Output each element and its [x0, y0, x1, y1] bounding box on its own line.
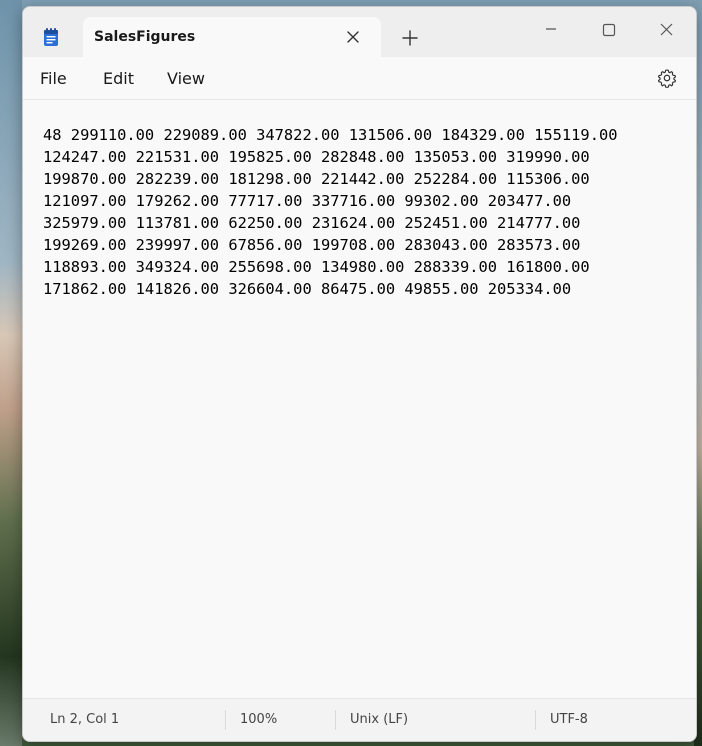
maximize-icon[interactable]	[586, 13, 632, 45]
close-icon[interactable]	[345, 29, 361, 45]
status-bar: Ln 2, Col 1 100% Unix (LF) UTF-8	[23, 698, 696, 741]
minimize-icon[interactable]	[528, 13, 574, 45]
text-line: 118893.00 349324.00 255698.00 134980.00 …	[43, 258, 590, 276]
cursor-position: Ln 2, Col 1	[50, 712, 120, 727]
text-line: 121097.00 179262.00 77717.00 337716.00 9…	[43, 192, 572, 210]
line-ending[interactable]: Unix (LF)	[350, 712, 408, 727]
desktop-wallpaper	[0, 0, 22, 746]
status-divider	[225, 710, 226, 730]
text-line: 199269.00 239997.00 67856.00 199708.00 2…	[43, 236, 581, 254]
text-line: 325979.00 113781.00 62250.00 231624.00 2…	[43, 214, 581, 232]
tab-title: SalesFigures	[94, 29, 196, 45]
gear-icon[interactable]	[657, 68, 677, 88]
zoom-level[interactable]: 100%	[240, 712, 277, 727]
text-line: 124247.00 221531.00 195825.00 282848.00 …	[43, 148, 590, 166]
menu-bar: File Edit View	[23, 57, 696, 100]
text-editor[interactable]: 48 299110.00 229089.00 347822.00 131506.…	[23, 100, 696, 699]
text-line: 171862.00 141826.00 326604.00 86475.00 4…	[43, 280, 572, 298]
text-line: 199870.00 282239.00 181298.00 221442.00 …	[43, 170, 590, 188]
status-divider	[335, 710, 336, 730]
text-line: 48 299110.00 229089.00 347822.00 131506.…	[43, 126, 618, 144]
window-close-icon[interactable]	[644, 13, 690, 45]
title-bar[interactable]: SalesFigures	[23, 7, 696, 57]
notepad-icon	[44, 28, 58, 46]
menu-file[interactable]: File	[40, 69, 67, 88]
document-text[interactable]: 48 299110.00 229089.00 347822.00 131506.…	[43, 124, 686, 300]
menu-view[interactable]: View	[167, 69, 205, 88]
tab-salesfigures[interactable]: SalesFigures	[83, 17, 381, 57]
status-divider	[535, 710, 536, 730]
plus-icon[interactable]	[401, 29, 419, 47]
encoding[interactable]: UTF-8	[550, 712, 588, 727]
notepad-window: SalesFigures File Edit View 48 299110.00…	[22, 6, 697, 742]
menu-edit[interactable]: Edit	[103, 69, 134, 88]
